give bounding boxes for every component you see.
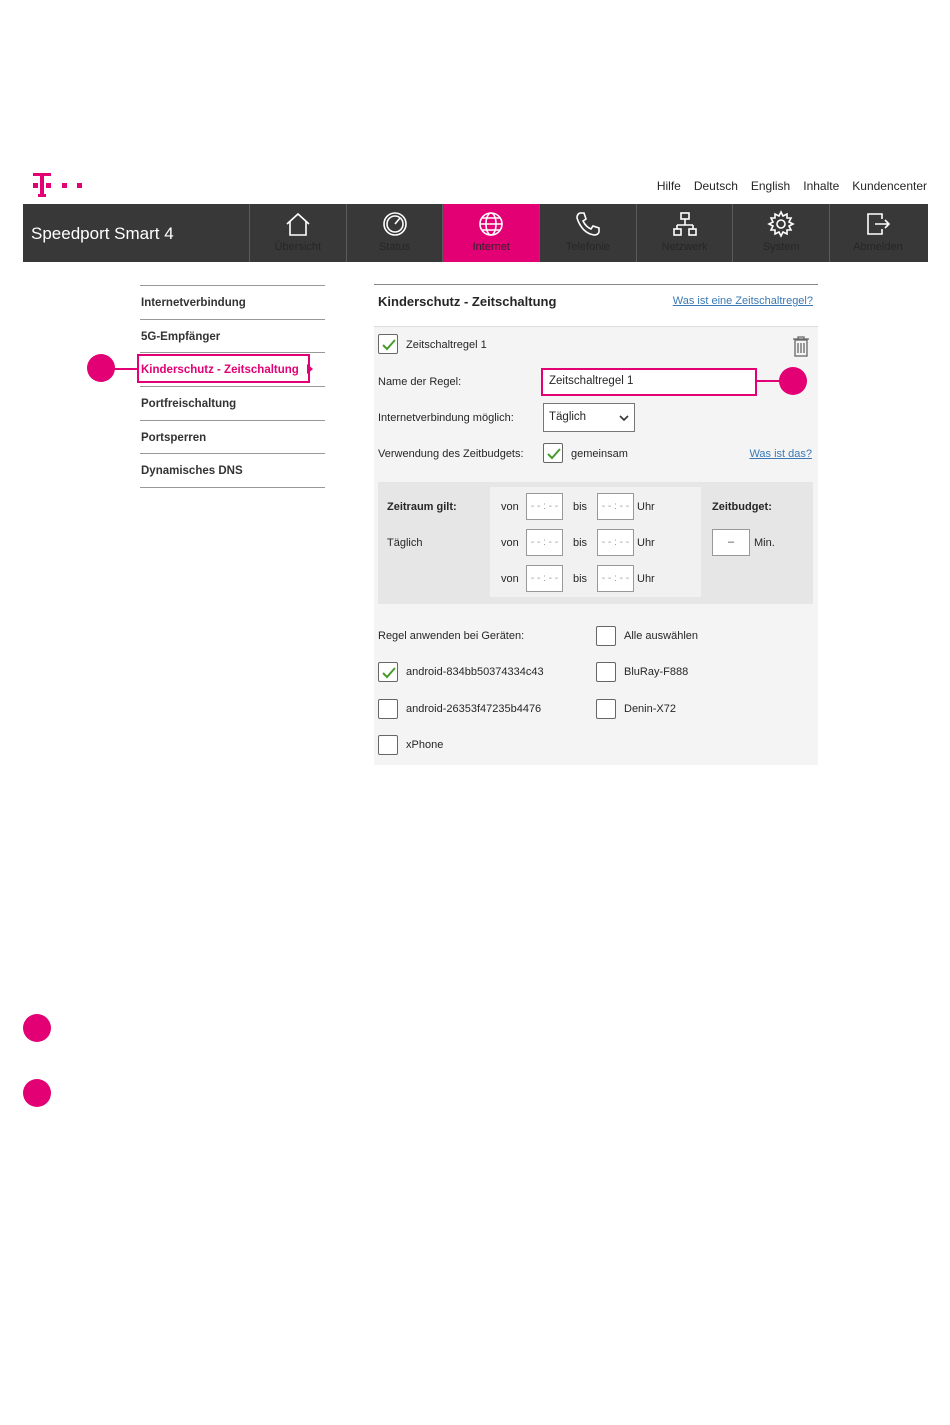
unit-label: Uhr	[637, 537, 655, 549]
callout-marker-name	[779, 367, 807, 395]
time-budget-input[interactable]: –	[712, 529, 750, 556]
nav-network-label: Netzwerk	[661, 241, 708, 253]
sidebar-item-port-blocking[interactable]: Portsperren	[140, 421, 325, 455]
rule-enable-checkbox[interactable]	[378, 334, 398, 354]
nav-network[interactable]: Netzwerk	[635, 204, 733, 262]
nav-overview[interactable]: Übersicht	[249, 204, 346, 262]
time-to-input-2[interactable]: - - : - -	[597, 529, 634, 556]
network-icon	[672, 212, 697, 236]
nav-telephony-label: Telefonie	[565, 241, 610, 253]
sidebar-highlight-arrow	[307, 364, 313, 374]
rule-name-label: Name der Regel:	[378, 376, 462, 388]
chevron-down-icon	[619, 415, 629, 422]
unit-label: Uhr	[637, 501, 655, 513]
sidebar-item-port-forwarding[interactable]: Portfreischaltung	[140, 387, 325, 421]
device-label: xPhone	[406, 739, 444, 751]
to-label: bis	[573, 537, 588, 549]
time-period-section: Zeitraum gilt: Täglich von - - : - - bis…	[378, 482, 813, 604]
internet-connection-label: Internetverbindung möglich:	[378, 412, 514, 424]
topnav-german-link[interactable]: Deutsch	[694, 179, 738, 193]
budget-shared-label: gemeinsam	[571, 448, 628, 460]
parental-control-panel: Kinderschutz - Zeitschaltung Was ist ein…	[374, 284, 818, 765]
product-title: Speedport Smart 4	[31, 224, 174, 243]
sidebar-highlight-frame	[137, 354, 310, 383]
topnav-english-link[interactable]: English	[751, 179, 790, 193]
device-checkbox-android-26353[interactable]	[378, 699, 398, 719]
budget-usage-label: Verwendung des Zeitbudgets:	[378, 448, 524, 460]
gear-icon	[767, 210, 796, 238]
globe-icon	[479, 212, 504, 236]
panel-title: Kinderschutz - Zeitschaltung	[378, 294, 557, 309]
time-to-input-3[interactable]: - - : - -	[597, 565, 634, 592]
to-label: bis	[573, 573, 588, 585]
unit-label: Uhr	[637, 573, 655, 585]
phone-icon	[576, 212, 600, 236]
nav-status-label: Status	[378, 241, 411, 253]
gauge-icon	[382, 212, 407, 236]
time-from-input-1[interactable]: - - : - -	[526, 493, 563, 520]
checkmark-icon	[382, 667, 396, 679]
period-label: Zeitraum gilt:	[387, 501, 457, 513]
main-header: Speedport Smart 4 Übersicht Status Inter…	[23, 204, 928, 262]
sidebar-menu: Internetverbindung 5G-Empfänger Kindersc…	[140, 285, 325, 489]
nav-system-label: System	[762, 241, 800, 253]
checkmark-icon	[382, 339, 396, 351]
home-icon	[286, 212, 310, 236]
nav-overview-label: Übersicht	[274, 241, 322, 253]
sidebar-item-dynamic-dns[interactable]: Dynamisches DNS	[140, 454, 325, 489]
device-label: Denin-X72	[624, 703, 676, 715]
device-label: android-834bb50374334c43	[406, 666, 544, 678]
device-checkbox-android-834bb[interactable]	[378, 662, 398, 682]
from-label: von	[501, 537, 519, 549]
help-link-budget[interactable]: Was ist das?	[749, 448, 812, 460]
nav-logout-label: Abmelden	[853, 241, 903, 253]
select-all-checkbox[interactable]	[596, 626, 616, 646]
legend-marker-1	[23, 1014, 51, 1042]
time-to-input-1[interactable]: - - : - -	[597, 493, 634, 520]
rule-enable-label: Zeitschaltregel 1	[406, 339, 487, 351]
device-checkbox-xphone[interactable]	[378, 735, 398, 755]
nav-internet[interactable]: Internet	[442, 204, 540, 262]
legend-marker-2	[23, 1079, 51, 1107]
callout-marker-sidebar	[87, 354, 115, 382]
device-label: BluRay-F888	[624, 666, 689, 678]
sidebar-item-internet-connection[interactable]: Internetverbindung	[140, 286, 325, 320]
to-label: bis	[573, 501, 588, 513]
topnav-contents-link[interactable]: Inhalte	[803, 179, 839, 193]
nav-telephony[interactable]: Telefonie	[539, 204, 636, 262]
select-all-label: Alle auswählen	[624, 630, 698, 642]
period-value: Täglich	[387, 537, 423, 549]
device-label: android-26353f47235b4476	[406, 703, 542, 715]
from-label: von	[501, 501, 519, 513]
nav-status[interactable]: Status	[345, 204, 443, 262]
time-budget-unit: Min.	[754, 537, 775, 549]
nav-system[interactable]: System	[732, 204, 829, 262]
time-from-input-2[interactable]: - - : - -	[526, 529, 563, 556]
device-checkbox-denin[interactable]	[596, 699, 616, 719]
nav-logout[interactable]: Abmelden	[829, 204, 926, 262]
callout-line-sidebar	[113, 368, 138, 370]
telekom-logo-icon	[33, 173, 82, 197]
nav-internet-label: Internet	[472, 241, 510, 253]
trash-icon[interactable]	[792, 335, 810, 357]
internet-connection-value: Täglich	[549, 411, 587, 423]
top-navigation: Hilfe Deutsch English Inhalte Kundencent…	[657, 179, 927, 193]
logout-icon	[867, 213, 891, 235]
checkmark-icon	[547, 448, 561, 460]
time-ranges: von - - : - - bis - - : - - Uhr von - - …	[490, 487, 701, 597]
help-link-rule[interactable]: Was ist eine Zeitschaltregel?	[673, 295, 813, 307]
topnav-customer-center-link[interactable]: Kundencenter	[852, 179, 927, 193]
from-label: von	[501, 573, 519, 585]
device-checkbox-bluray[interactable]	[596, 662, 616, 682]
budget-shared-checkbox[interactable]	[543, 443, 563, 463]
rule-name-input[interactable]: Zeitschaltregel 1	[541, 368, 757, 396]
sidebar-item-5g-receiver[interactable]: 5G-Empfänger	[140, 320, 325, 354]
time-budget-label: Zeitbudget:	[712, 501, 772, 513]
panel-header: Kinderschutz - Zeitschaltung Was ist ein…	[374, 285, 818, 327]
time-from-input-3[interactable]: - - : - -	[526, 565, 563, 592]
internet-connection-select[interactable]: Täglich	[543, 403, 635, 432]
topnav-help-link[interactable]: Hilfe	[657, 179, 681, 193]
devices-label: Regel anwenden bei Geräten:	[378, 630, 525, 642]
